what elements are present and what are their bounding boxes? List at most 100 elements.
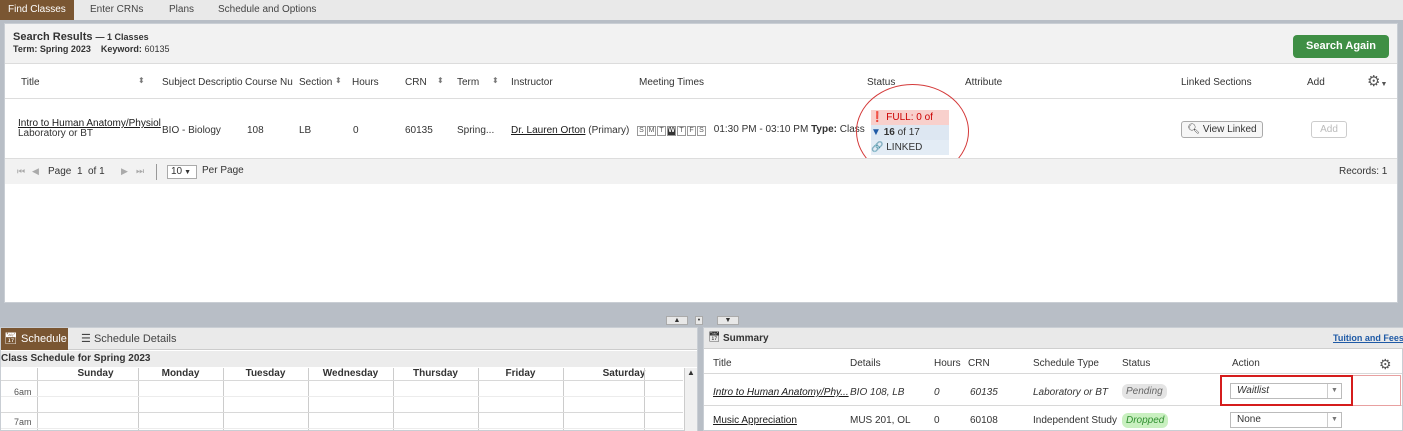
col-term[interactable]: Term [457, 77, 479, 88]
grid-line [704, 373, 1402, 374]
splitter-handle[interactable]: • [695, 316, 703, 325]
instructor-link[interactable]: Dr. Lauren Orton [511, 125, 585, 136]
top-tab-bar: Find Classes Enter CRNs Plans Schedule a… [0, 0, 1403, 20]
day-header-thursday: Thursday [412, 368, 458, 379]
term-value-cell: Spring... [457, 125, 495, 136]
day-header-wednesday: Wednesday [322, 368, 379, 379]
summary-row-hours: 0 [934, 387, 940, 398]
col-section[interactable]: Section [299, 77, 332, 88]
tab-plans[interactable]: Plans [169, 0, 194, 20]
summary-row-schedule-type: Independent Study [1033, 415, 1117, 426]
day-header-friday: Friday [505, 368, 536, 379]
pagination-bar: ⏮ ◀ Page 1 of 1 ▶ ⏭ 10 ▼ Per Page Record… [5, 158, 1397, 184]
sum-col-action[interactable]: Action [1232, 358, 1260, 369]
crn-value: 60135 [405, 125, 433, 136]
search-results-panel: Search Results — 1 Classes Term: Spring … [4, 23, 1398, 303]
day-header-tuesday: Tuesday [245, 368, 286, 379]
first-page-icon[interactable]: ⏮ [17, 166, 25, 177]
next-page-icon[interactable]: ▶ [121, 166, 128, 177]
col-course-number[interactable]: Course Nu [245, 77, 293, 88]
search-criteria: Term: Spring 2023 Keyword: 60135 [13, 44, 169, 54]
sort-icon[interactable]: ⬍ [492, 76, 499, 85]
page-label: Page [48, 166, 72, 177]
sum-col-title[interactable]: Title [713, 358, 732, 369]
grid-line [308, 368, 309, 431]
col-add[interactable]: Add [1307, 77, 1325, 88]
day-friday: F [687, 126, 696, 136]
last-page-icon[interactable]: ⏭ [136, 166, 144, 177]
sum-col-schedule-type[interactable]: Schedule Type [1033, 358, 1099, 369]
grid-line [393, 368, 394, 431]
per-page-label: Per Page [202, 165, 244, 176]
col-meeting-times[interactable]: Meeting Times [639, 77, 704, 88]
summary-row-title-link[interactable]: Music Appreciation [713, 415, 797, 426]
collapse-down-icon[interactable]: ▼ [717, 316, 739, 325]
sum-col-crn[interactable]: CRN [968, 358, 990, 369]
keyword-label: Keyword: [100, 44, 142, 54]
summary-row-crn: 60135 [970, 387, 998, 398]
grid-line [563, 368, 564, 431]
view-linked-label: View Linked [1202, 124, 1257, 135]
search-results-title: Search Results — 1 Classes [13, 31, 149, 43]
sum-col-hours[interactable]: Hours [934, 358, 961, 369]
gear-icon[interactable]: ⚙ [1379, 356, 1392, 373]
col-title[interactable]: Title [21, 77, 40, 88]
day-tuesday: T [657, 126, 666, 136]
chevron-down-icon: ▼ [182, 169, 191, 176]
col-attribute[interactable]: Attribute [965, 77, 1002, 88]
sum-col-details[interactable]: Details [850, 358, 881, 369]
instructor-cell: Dr. Lauren Orton (Primary) [511, 125, 629, 136]
col-subject[interactable]: Subject Descriptio [162, 77, 243, 88]
gear-icon[interactable]: ⚙▼ [1367, 72, 1387, 90]
class-schedule-type: Laboratory or BT [18, 128, 94, 139]
grid-line [223, 368, 224, 431]
search-again-button[interactable]: Search Again [1293, 35, 1389, 58]
day-saturday: S [697, 126, 706, 136]
meeting-times-cell: SMTWTFS 01:30 PM - 03:10 PM Type: Class [637, 124, 865, 136]
sum-col-status[interactable]: Status [1122, 358, 1150, 369]
summary-header: 📅︎ Summary Tuition and Fees [704, 328, 1403, 349]
summary-row-title-link[interactable]: Intro to Human Anatomy/Phy... [713, 387, 849, 398]
schedule-scrollbar[interactable]: ▲ [684, 368, 697, 431]
summary-row-crn: 60108 [970, 415, 998, 426]
search-icon: 🔍︎ [1187, 124, 1201, 135]
sort-icon[interactable]: ⬍ [138, 76, 145, 85]
col-instructor[interactable]: Instructor [511, 77, 553, 88]
tab-find-classes[interactable]: Find Classes [0, 0, 74, 20]
tab-schedule-label: Schedule [21, 333, 67, 345]
tab-schedule-details[interactable]: ☰ Schedule Details [81, 328, 177, 350]
list-icon: ☰ [81, 333, 91, 345]
col-crn[interactable]: CRN [405, 77, 427, 88]
prev-page-icon[interactable]: ◀ [32, 166, 39, 177]
col-linked-sections[interactable]: Linked Sections [1181, 77, 1252, 88]
schedule-panel: 📅︎ Schedule ☰ Schedule Details Class Sch… [0, 327, 698, 431]
day-header-saturday: Saturday [602, 368, 646, 379]
add-button[interactable]: Add [1311, 121, 1347, 138]
tab-schedule-and-options[interactable]: Schedule and Options [218, 0, 316, 20]
sort-icon[interactable]: ⬍ [437, 76, 444, 85]
per-page-value: 10 [171, 166, 183, 177]
collapse-up-icon[interactable]: ▲ [666, 316, 688, 325]
tab-enter-crns[interactable]: Enter CRNs [90, 0, 143, 20]
per-page-select[interactable]: 10 ▼ [167, 165, 197, 179]
results-heading: Search Results [13, 31, 93, 43]
term-label: Term: [13, 44, 38, 54]
annotation-row-outline [1353, 375, 1401, 406]
sort-icon[interactable]: ⬍ [335, 76, 342, 85]
summary-row-details: MUS 201, OL [850, 415, 911, 426]
section-value: LB [299, 125, 312, 136]
grid-line [1, 428, 683, 429]
tuition-and-fees-link[interactable]: Tuition and Fees [1333, 333, 1403, 343]
tab-details-label: Schedule Details [93, 333, 177, 345]
col-hours[interactable]: Hours [352, 77, 379, 88]
results-count: — 1 Classes [95, 32, 149, 42]
page-of: of 1 [88, 166, 105, 177]
tab-schedule[interactable]: 📅︎ Schedule [1, 328, 68, 350]
day-sunday: S [637, 126, 646, 136]
search-results-header: Search Results — 1 Classes Term: Spring … [5, 24, 1397, 64]
page-number[interactable]: 1 [77, 166, 83, 177]
day-thursday: T [677, 126, 686, 136]
schedule-tab-bar: 📅︎ Schedule ☰ Schedule Details [1, 328, 697, 350]
view-linked-button[interactable]: 🔍︎ View Linked [1181, 121, 1263, 138]
action-select-none[interactable]: None ▼ [1230, 412, 1342, 428]
